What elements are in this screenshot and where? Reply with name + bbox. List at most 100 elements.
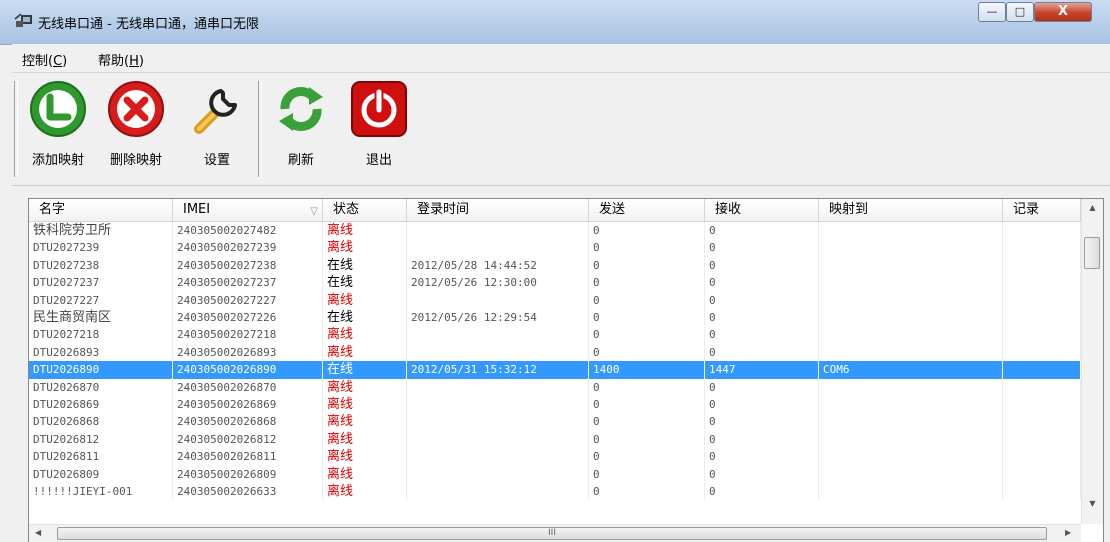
header-label: 映射到 bbox=[829, 202, 869, 217]
table-row[interactable]: 铁科院劳卫所 240305002027482 离线 0 0 bbox=[29, 222, 1081, 240]
cell-mapped-to bbox=[819, 222, 1003, 240]
cell-received: 0 bbox=[705, 413, 819, 431]
table-row[interactable]: 民生商贸南区 240305002027226 在线 2012/05/26 12:29:… bbox=[29, 309, 1081, 327]
cell-login-time bbox=[407, 396, 589, 414]
cell-record bbox=[1003, 326, 1081, 344]
scroll-up-icon[interactable]: ▲ bbox=[1082, 203, 1103, 212]
cell-imei: 240305002027238 bbox=[173, 256, 323, 275]
header-col-sent[interactable]: 发送 bbox=[589, 199, 705, 221]
cell-login-time bbox=[407, 239, 589, 257]
minimize-button[interactable]: — bbox=[978, 2, 1006, 22]
table-row[interactable]: DTU2026893 240305002026893 离线 0 0 bbox=[29, 343, 1081, 362]
cell-sent: 0 bbox=[589, 483, 705, 501]
cell-sent: 0 bbox=[589, 326, 705, 344]
table-row[interactable]: DTU2026868 240305002026868 离线 0 0 bbox=[29, 413, 1081, 431]
cell-mapped-to bbox=[819, 326, 1003, 344]
delete-mapping-label: 删除映射 bbox=[109, 153, 162, 168]
menu-help-hotkey: H bbox=[129, 54, 139, 69]
cell-received: 1447 bbox=[705, 361, 819, 379]
cell-status: 离线 bbox=[323, 413, 407, 431]
maximize-button[interactable]: □ bbox=[1006, 2, 1034, 22]
cell-mapped-to bbox=[819, 413, 1003, 431]
exit-button[interactable]: 退出 bbox=[344, 79, 414, 168]
horizontal-scroll-thumb[interactable]: III bbox=[57, 527, 1047, 540]
cell-sent: 0 bbox=[589, 309, 705, 327]
header-col-record[interactable]: 记录 bbox=[1003, 199, 1081, 221]
cell-sent: 0 bbox=[589, 378, 705, 396]
cell-sent: 0 bbox=[589, 274, 705, 292]
table-row[interactable]: DTU2027239 240305002027239 离线 0 0 bbox=[29, 239, 1081, 257]
cell-mapped-to bbox=[819, 378, 1003, 396]
cell-imei: 240305002026812 bbox=[173, 430, 323, 449]
cell-name: DTU2026869 bbox=[29, 396, 173, 414]
cell-imei: 240305002027226 bbox=[173, 309, 323, 327]
table-row[interactable]: DTU2026869 240305002026869 离线 0 0 bbox=[29, 396, 1081, 414]
cell-status: 离线 bbox=[323, 448, 407, 466]
power-icon bbox=[351, 81, 407, 137]
table-row[interactable]: DTU2026809 240305002026809 离线 0 0 bbox=[29, 465, 1081, 483]
header-col-received[interactable]: 接收 bbox=[705, 199, 819, 221]
cell-imei: 240305002027482 bbox=[173, 222, 323, 240]
cell-received: 0 bbox=[705, 343, 819, 362]
cell-status: 离线 bbox=[323, 378, 407, 396]
table-row[interactable]: DTU2027238 240305002027238 在线 2012/05/28 14… bbox=[29, 256, 1081, 275]
cell-imei: 240305002027227 bbox=[173, 291, 323, 309]
header-label: 记录 bbox=[1013, 202, 1040, 217]
cell-login-time bbox=[407, 430, 589, 449]
cell-mapped-to bbox=[819, 430, 1003, 449]
table-row[interactable]: DTU2027237 240305002027237 在线 2012/05/26 12… bbox=[29, 274, 1081, 292]
cell-status: 在线 bbox=[323, 274, 407, 292]
scroll-right-icon[interactable]: ▶ bbox=[1065, 528, 1071, 537]
app-icon bbox=[14, 13, 32, 27]
table-row[interactable]: DTU2026890 240305002026890 在线 2012/05/31 15… bbox=[29, 361, 1081, 379]
scroll-left-icon[interactable]: ◀ bbox=[35, 528, 41, 537]
menu-control[interactable]: 控制(C) bbox=[22, 50, 67, 69]
cell-received: 0 bbox=[705, 448, 819, 466]
settings-button[interactable]: 设置 bbox=[182, 79, 252, 168]
cell-login-time bbox=[407, 448, 589, 466]
cell-mapped-to bbox=[819, 274, 1003, 292]
cell-imei: 240305002027237 bbox=[173, 274, 323, 292]
cell-record bbox=[1003, 256, 1081, 275]
vertical-scroll-thumb[interactable] bbox=[1084, 237, 1100, 269]
cell-sent: 0 bbox=[589, 256, 705, 275]
cell-name: DTU2026890 bbox=[29, 361, 173, 379]
menu-help[interactable]: 帮助(H) bbox=[98, 50, 144, 69]
table-row[interactable]: DTU2027227 240305002027227 离线 0 0 bbox=[29, 291, 1081, 309]
horizontal-scrollbar[interactable]: ◀ III ▶ bbox=[29, 524, 1081, 542]
table-row[interactable]: DTU2026812 240305002026812 离线 0 0 bbox=[29, 430, 1081, 449]
header-col-mapped-to[interactable]: 映射到 bbox=[819, 199, 1003, 221]
cell-name: DTU2027218 bbox=[29, 326, 173, 344]
cell-login-time: 2012/05/31 15:32:12 bbox=[407, 361, 589, 379]
window-title: 无线串口通 - 无线串口通，通串口无限 bbox=[38, 17, 259, 32]
cell-record bbox=[1003, 291, 1081, 309]
header-col-name[interactable]: 名字 bbox=[29, 199, 173, 221]
header-col-imei[interactable]: IMEI ▽ bbox=[173, 199, 323, 221]
cell-received: 0 bbox=[705, 378, 819, 396]
cell-mapped-to bbox=[819, 343, 1003, 362]
cell-received: 0 bbox=[705, 483, 819, 501]
close-button[interactable]: X bbox=[1034, 2, 1092, 22]
cell-name: DTU2027239 bbox=[29, 239, 173, 257]
add-mapping-button[interactable]: 添加映射 bbox=[22, 79, 94, 168]
header-label: 状态 bbox=[333, 202, 360, 217]
cell-name: DTU2026868 bbox=[29, 413, 173, 431]
header-col-status[interactable]: 状态 bbox=[323, 199, 407, 221]
cell-name: DTU2026870 bbox=[29, 378, 173, 396]
cell-received: 0 bbox=[705, 326, 819, 344]
table-row[interactable]: DTU2027218 240305002027218 离线 0 0 bbox=[29, 326, 1081, 344]
header-label: 接收 bbox=[715, 202, 742, 217]
table-row[interactable]: DTU2026811 240305002026811 离线 0 0 bbox=[29, 448, 1081, 466]
cell-received: 0 bbox=[705, 274, 819, 292]
header-col-login-time[interactable]: 登录时间 bbox=[407, 199, 589, 221]
table-row[interactable]: DTU2026870 240305002026870 离线 0 0 bbox=[29, 378, 1081, 396]
cell-status: 离线 bbox=[323, 239, 407, 257]
cell-record bbox=[1003, 239, 1081, 257]
table-row[interactable]: !!!!!!JIEYI-001 240305002026633 离线 0 0 bbox=[29, 483, 1081, 501]
delete-mapping-button[interactable]: 删除映射 bbox=[100, 79, 172, 168]
dtu-list[interactable]: 名字 IMEI ▽ 状态 登录时间 发送 接收 映射到 记录 铁科院劳卫所 24030500202… bbox=[28, 198, 1104, 542]
refresh-button[interactable]: 刷新 bbox=[266, 79, 336, 168]
vertical-scrollbar[interactable]: ▲ ▼ bbox=[1081, 199, 1103, 524]
scroll-down-icon[interactable]: ▼ bbox=[1082, 499, 1103, 508]
menu-bar: 控制(C) 帮助(H) bbox=[12, 44, 1110, 73]
